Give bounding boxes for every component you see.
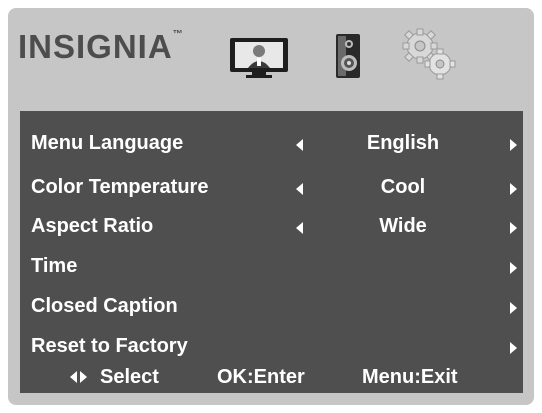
menu-item-closed-caption[interactable]: Closed Caption: [20, 289, 523, 323]
right-arrow-icon[interactable]: [510, 342, 517, 354]
right-arrow-icon[interactable]: [510, 183, 517, 195]
right-arrow-icon[interactable]: [510, 262, 517, 274]
settings-menu: Menu Language English Color Temperature …: [20, 111, 523, 393]
osd-panel: INSIGNIA™ Menu Language English Color Te…: [8, 8, 534, 405]
menu-exit-hint: Menu:Exit: [362, 366, 458, 388]
menu-item-label: Closed Caption: [31, 295, 178, 317]
menu-item-menu-language[interactable]: Menu Language English: [20, 126, 523, 160]
menu-item-label: Color Temperature: [31, 176, 209, 198]
left-right-arrows-icon: [70, 370, 90, 384]
menu-item-aspect-ratio[interactable]: Aspect Ratio Wide: [20, 209, 523, 243]
right-arrow-icon[interactable]: [510, 139, 517, 151]
speaker-icon[interactable]: [334, 32, 362, 80]
brand-text: INSIGNIA: [18, 28, 173, 65]
brand-logo: INSIGNIA™: [18, 28, 183, 65]
menu-item-label: Menu Language: [31, 132, 184, 154]
menu-item-color-temperature[interactable]: Color Temperature Cool: [20, 170, 523, 204]
menu-item-reset-to-factory[interactable]: Reset to Factory: [20, 329, 523, 363]
right-arrow-icon[interactable]: [510, 302, 517, 314]
gears-settings-icon[interactable]: [400, 26, 458, 82]
trademark-mark: ™: [172, 29, 183, 40]
menu-item-label: Time: [31, 255, 78, 277]
header-bar: INSIGNIA™: [8, 8, 534, 102]
menu-item-value: English: [366, 132, 440, 154]
left-arrow-icon[interactable]: [296, 183, 303, 195]
menu-item-value: Cool: [380, 176, 426, 198]
right-arrow-icon[interactable]: [510, 222, 517, 234]
left-arrow-icon[interactable]: [296, 222, 303, 234]
tv-picture-icon[interactable]: [228, 36, 290, 80]
key-hint-bar: Select OK:Enter Menu:Exit: [20, 363, 523, 393]
select-hint: Select: [100, 366, 159, 388]
menu-item-label: Aspect Ratio: [31, 215, 154, 237]
ok-enter-hint: OK:Enter: [217, 366, 305, 388]
menu-item-value: Wide: [379, 215, 427, 237]
menu-item-time[interactable]: Time: [20, 249, 523, 283]
left-arrow-icon[interactable]: [296, 139, 303, 151]
menu-item-label: Reset to Factory: [31, 335, 188, 357]
